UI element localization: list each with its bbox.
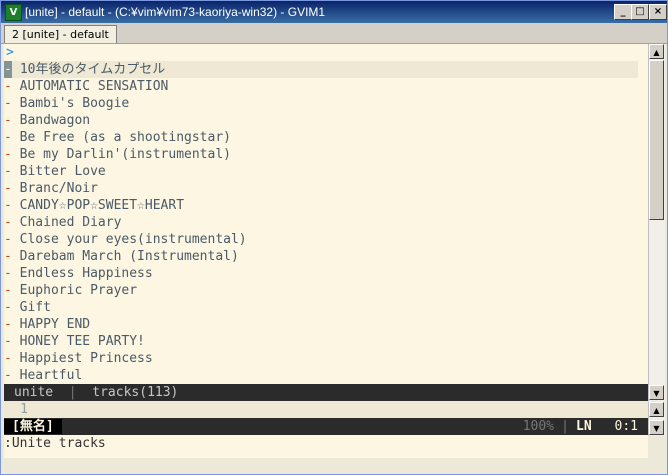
command-line[interactable]: :Unite tracks: [4, 435, 106, 452]
list-bullet: -: [4, 351, 12, 366]
title-bar[interactable]: V [unite] - default - (C:¥vim¥vim73-kaor…: [1, 1, 667, 23]
list-bullet: -: [4, 96, 12, 111]
list-item-label: Bambi's Boogie: [19, 96, 130, 111]
list-bullet: -: [4, 368, 12, 383]
unite-mode: unite: [14, 385, 54, 400]
scroll-down-arrow-icon[interactable]: ▼: [649, 385, 664, 400]
window-title: [unite] - default - (C:¥vim¥vim73-kaoriy…: [25, 5, 326, 19]
editor-area[interactable]: > - 10年後のタイムカプセル - AUTOMATIC SENSATION - …: [4, 44, 648, 458]
list-bullet: -: [4, 198, 12, 213]
statusline-separator: |: [68, 385, 77, 400]
noname-statusline: [無名] 100% | LN 0:1: [4, 418, 648, 435]
list-item-label: HAPPY END: [19, 317, 91, 332]
list-bullet: -: [4, 113, 12, 128]
close-button[interactable]: ×: [649, 4, 667, 20]
list-item[interactable]: - Branc/Noir: [4, 180, 98, 197]
buffer-name: [無名]: [4, 419, 62, 434]
gvim-window: V [unite] - default - (C:¥vim¥vim73-kaor…: [0, 0, 668, 475]
list-bullet: -: [4, 283, 12, 298]
line-number: 1: [20, 402, 28, 417]
list-item[interactable]: - HAPPY END: [4, 316, 90, 333]
list-item-label: CANDY☆POP☆SWEET☆HEART: [19, 198, 185, 213]
list-bullet: -: [4, 334, 12, 349]
vim-icon[interactable]: V: [5, 4, 22, 21]
list-item-label: Be my Darlin'(instrumental): [19, 147, 231, 162]
list-item-label: AUTOMATIC SENSATION: [19, 79, 169, 94]
scroll-down-arrow-icon-2[interactable]: ▼: [649, 420, 664, 435]
list-item[interactable]: - Gift: [4, 299, 51, 316]
list-item-label: Darebam March (Instrumental): [19, 249, 239, 264]
list-item-label: Bandwagon: [19, 113, 91, 128]
list-bullet: -: [4, 300, 12, 315]
list-item[interactable]: - Bitter Love: [4, 163, 106, 180]
list-item[interactable]: - CANDY☆POP☆SWEET☆HEART: [4, 197, 184, 214]
list-item-label: Happiest Princess: [19, 351, 153, 366]
scroll-up-arrow-icon[interactable]: ▲: [649, 44, 664, 59]
list-item-label: Be Free (as a shootingstar): [19, 130, 231, 145]
list-item[interactable]: - Bambi's Boogie: [4, 95, 129, 112]
list-item-label: HONEY TEE PARTY!: [19, 334, 145, 349]
list-item-label: Bitter Love: [19, 164, 106, 179]
ln-label: LN: [576, 419, 592, 434]
list-item[interactable]: - Darebam March (Instrumental): [4, 248, 239, 265]
list-bullet: -: [4, 164, 12, 179]
minimize-button[interactable]: _: [614, 4, 632, 20]
list-bullet: -: [4, 130, 12, 145]
lower-scrollbar[interactable]: ▲ ▼: [648, 402, 665, 436]
maximize-button[interactable]: □: [631, 4, 649, 20]
tabline: 2 [unite] - default: [1, 23, 667, 44]
scroll-up-arrow-icon-2[interactable]: ▲: [649, 402, 664, 417]
unite-source: tracks(113): [92, 385, 179, 400]
tab-unite-default[interactable]: 2 [unite] - default: [4, 25, 117, 43]
list-bullet: -: [4, 266, 12, 281]
list-item-label: Euphoric Prayer: [19, 283, 138, 298]
list-item[interactable]: - Happiest Princess: [4, 350, 153, 367]
upper-scrollbar[interactable]: ▲ ▼: [648, 44, 665, 401]
list-item-label: Gift: [19, 300, 51, 315]
list-bullet: -: [4, 317, 12, 332]
list-item[interactable]: - Be Free (as a shootingstar): [4, 129, 231, 146]
unite-prompt[interactable]: >: [6, 44, 14, 61]
list-bullet: -: [4, 232, 12, 247]
list-item[interactable]: - AUTOMATIC SENSATION: [4, 78, 168, 95]
list-item-label: Close your eyes(instrumental): [19, 232, 247, 247]
list-bullet: -: [4, 147, 12, 162]
list-item-label: Chained Diary: [19, 215, 122, 230]
list-item[interactable]: - Chained Diary: [4, 214, 121, 231]
list-item-label: Endless Happiness: [19, 266, 153, 281]
list-bullet: -: [4, 215, 12, 230]
list-item-label: 10年後のタイムカプセル: [19, 62, 166, 77]
list-item-label: Heartful: [19, 368, 83, 383]
list-bullet: -: [4, 181, 12, 196]
list-item[interactable]: - Close your eyes(instrumental): [4, 231, 247, 248]
list-item-current[interactable]: - 10年後のタイムカプセル: [4, 61, 165, 78]
lower-buffer-line[interactable]: 1: [4, 401, 648, 418]
list-item[interactable]: - HONEY TEE PARTY!: [4, 333, 145, 350]
statusline-separator-2: |: [561, 419, 569, 434]
text-cursor: -: [4, 61, 12, 78]
scrollbar-thumb[interactable]: [649, 60, 664, 220]
list-item[interactable]: - Endless Happiness: [4, 265, 153, 282]
list-item[interactable]: - Euphoric Prayer: [4, 282, 137, 299]
list-item[interactable]: - Bandwagon: [4, 112, 90, 129]
list-item[interactable]: - Be my Darlin'(instrumental): [4, 146, 231, 163]
scroll-percent: 100%: [522, 419, 554, 434]
list-bullet: -: [4, 249, 12, 264]
list-item[interactable]: - Heartful: [4, 367, 82, 384]
list-bullet: -: [4, 79, 12, 94]
unite-statusline: unite | tracks(113): [4, 384, 648, 401]
list-item-label: Branc/Noir: [19, 181, 98, 196]
cursor-position: 0:1: [614, 419, 638, 434]
